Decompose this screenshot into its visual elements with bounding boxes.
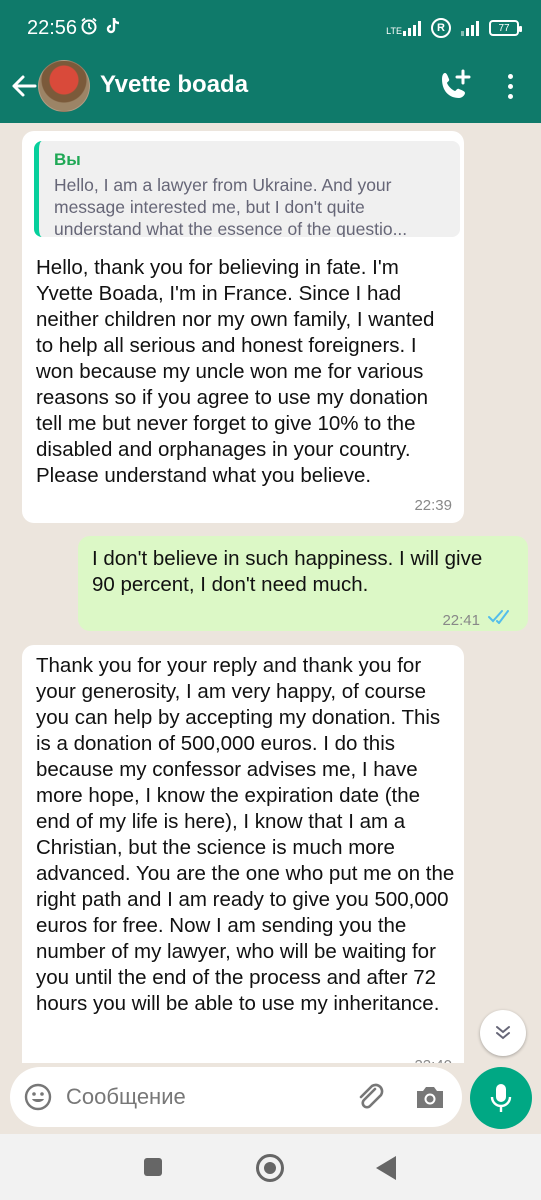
chevron-down-icon [496,1026,510,1040]
contact-name[interactable]: Yvette boada [100,71,248,99]
system-back-button[interactable] [376,1156,396,1180]
quote-text: Hello, I am a lawyer from Ukraine. And y… [54,175,408,237]
signal-icon-2 [461,20,479,36]
avatar[interactable] [38,60,90,112]
roaming-icon: R [431,18,451,38]
read-ticks-icon [488,610,509,624]
attach-icon[interactable] [354,1081,386,1113]
chat-header: Yvette boada [0,56,541,123]
status-bar: 22:56 LTE R 77 [0,0,541,56]
back-arrow-icon[interactable] [8,70,40,102]
signal-icon: LTE [386,20,421,36]
recent-apps-button[interactable] [144,1158,162,1176]
outgoing-message[interactable]: I don't believe in such happiness. I wil… [78,536,528,631]
message-time: 22:39 [414,497,452,514]
mic-button[interactable] [470,1067,532,1129]
quote-author: Вы [54,150,81,169]
message-time: 22:41 [442,612,480,629]
tiktok-icon [106,17,120,34]
incoming-message[interactable]: Thank you for your reply and thank you f… [22,645,464,1063]
network-type: LTE [386,26,402,36]
message-text: I don't believe in such happiness. I wil… [92,547,483,596]
battery-icon: 77 [489,20,522,36]
more-vert-icon[interactable] [498,68,522,104]
quoted-message[interactable]: Вы Hello, I am a lawyer from Ukraine. An… [34,141,460,237]
chat-area[interactable]: Вы Hello, I am a lawyer from Ukraine. An… [0,123,541,1063]
system-navigation-bar [0,1134,541,1200]
message-text: Thank you for your reply and thank you f… [36,654,455,1015]
home-button[interactable] [256,1154,284,1182]
camera-icon[interactable] [414,1083,446,1111]
mic-icon [490,1084,512,1112]
incoming-message[interactable]: Вы Hello, I am a lawyer from Ukraine. An… [22,131,464,523]
status-time: 22:56 [27,17,78,39]
emoji-icon[interactable] [24,1083,52,1111]
add-call-icon[interactable] [436,68,472,104]
message-text: Hello, thank you for believing in fate. … [36,256,435,487]
scroll-to-bottom-button[interactable] [480,1010,526,1056]
message-time: 22:40 [414,1053,452,1063]
alarm-icon [81,17,97,35]
message-input[interactable] [66,1081,346,1113]
message-composer [10,1067,462,1127]
